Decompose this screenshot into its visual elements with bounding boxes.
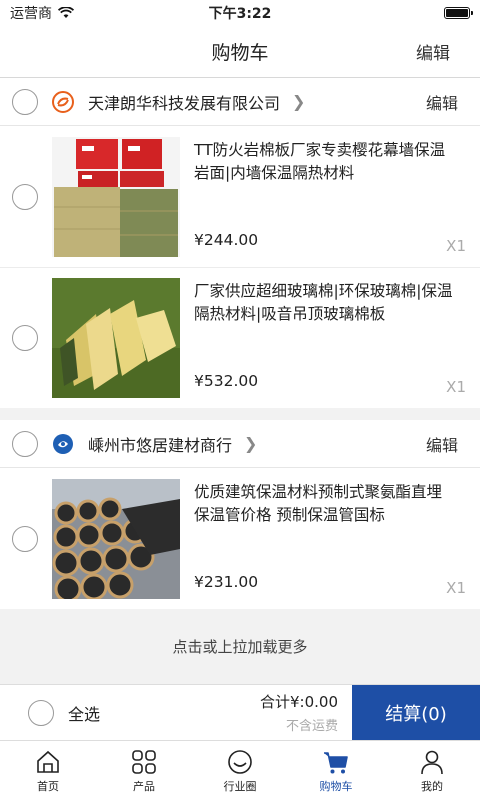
wifi-icon: [58, 7, 74, 18]
shop-edit-button[interactable]: 编辑: [426, 90, 458, 114]
battery-icon: [444, 7, 473, 19]
item-price: ¥532.00: [194, 372, 259, 390]
shop-select-radio[interactable]: [12, 430, 38, 457]
item-price: ¥231.00: [194, 572, 259, 591]
shop-name[interactable]: 天津朗华科技发展有限公司: [88, 90, 280, 114]
tab-home[interactable]: 首页: [0, 741, 96, 800]
select-all-label[interactable]: 全选: [68, 701, 100, 725]
checkout-button[interactable]: 结算(0): [352, 685, 480, 741]
tab-label: 购物车: [319, 779, 353, 793]
orange-swirl-logo-icon: [52, 90, 74, 113]
tab-label: 我的: [421, 779, 443, 793]
nav-bar: 购物车 编辑: [0, 26, 480, 78]
product-image-rockwool[interactable]: [52, 136, 180, 257]
shop-name[interactable]: 嵊州市悠居建材商行: [88, 432, 232, 456]
item-title[interactable]: TT防火岩棉板厂家专卖樱花幕墙保温岩面|内墙保温隔热材料: [194, 139, 468, 185]
shipping-note: 不含运费: [285, 719, 338, 734]
grid-icon: [132, 749, 156, 774]
item-select-radio[interactable]: [12, 525, 38, 552]
cart-item[interactable]: TT防火岩棉板厂家专卖樱花幕墙保温岩面|内墙保温隔热材料 ¥244.00 X1: [0, 126, 480, 267]
chevron-right-icon[interactable]: ❯: [244, 434, 257, 453]
tab-label: 行业圈: [223, 779, 257, 793]
chevron-right-icon[interactable]: ❯: [292, 92, 305, 111]
cart-item[interactable]: 优质建筑保温材料预制式聚氨酯直埋保温管价格 预制保温管国标 ¥231.00 X1: [0, 468, 480, 609]
tab-industry[interactable]: 行业圈: [192, 741, 288, 800]
shop-edit-button[interactable]: 编辑: [426, 432, 458, 456]
status-left: 运营商: [10, 3, 74, 23]
page-title: 购物车: [211, 42, 269, 64]
shop-header: 嵊州市悠居建材商行 ❯ 编辑: [0, 420, 480, 468]
product-image-pipes[interactable]: [52, 478, 180, 599]
load-more-button[interactable]: 点击或上拉加载更多: [0, 609, 480, 683]
item-title[interactable]: 优质建筑保温材料预制式聚氨酯直埋保温管价格 预制保温管国标: [194, 481, 468, 527]
cart-item[interactable]: 厂家供应超细玻璃棉|环保玻璃棉|保温隔热材料|吸音吊顶玻璃棉板 ¥532.00 …: [0, 267, 480, 408]
item-quantity: X1: [446, 236, 466, 255]
item-select-radio[interactable]: [12, 325, 38, 351]
person-icon: [421, 750, 443, 774]
item-price: ¥244.00: [194, 230, 259, 249]
tab-label: 首页: [37, 779, 59, 793]
tab-products[interactable]: 产品: [96, 741, 192, 800]
item-info: 优质建筑保温材料预制式聚氨酯直埋保温管价格 预制保温管国标 ¥231.00 X1: [194, 479, 468, 599]
tab-mine[interactable]: 我的: [384, 741, 480, 800]
shop-header: 天津朗华科技发展有限公司 ❯ 编辑: [0, 78, 480, 126]
shop-group: 天津朗华科技发展有限公司 ❯ 编辑 TT防火岩棉板厂家专卖樱花幕墙保温岩面|内墙…: [0, 78, 480, 408]
item-quantity: X1: [446, 578, 466, 597]
shop-select-radio[interactable]: [12, 88, 38, 115]
item-title[interactable]: 厂家供应超细玻璃棉|环保玻璃棉|保温隔热材料|吸音吊顶玻璃棉板: [194, 280, 468, 326]
item-select-radio[interactable]: [12, 183, 38, 210]
carrier-label: 运营商: [10, 6, 52, 22]
status-bar: 运营商 下午3:22: [0, 0, 480, 26]
home-icon: [37, 750, 59, 773]
checkout-bar: 全选 合计¥:0.00 不含运费 结算(0): [0, 684, 480, 741]
cart-content: 天津朗华科技发展有限公司 ❯ 编辑 TT防火岩棉板厂家专卖樱花幕墙保温岩面|内墙…: [0, 78, 480, 684]
totals: 合计¥:0.00 不含运费: [260, 691, 338, 734]
tab-cart[interactable]: 购物车: [288, 741, 384, 800]
blue-circle-logo-icon: [52, 433, 74, 455]
section-gap: [0, 408, 480, 420]
select-all-radio[interactable]: [28, 699, 54, 726]
shop-group: 嵊州市悠居建材商行 ❯ 编辑 优质建筑保温材料预制式聚氨酯直埋保温管价格 预制保…: [0, 420, 480, 609]
tab-bar: 首页 产品 行业圈 购物车 我的: [0, 740, 480, 800]
item-quantity: X1: [446, 378, 466, 396]
total-amount: 合计¥:0.00: [260, 693, 338, 711]
smiley-icon: [228, 749, 252, 774]
item-info: 厂家供应超细玻璃棉|环保玻璃棉|保温隔热材料|吸音吊顶玻璃棉板 ¥532.00 …: [194, 278, 468, 398]
edit-button[interactable]: 编辑: [416, 39, 450, 64]
cart-icon: [324, 751, 348, 773]
item-info: TT防火岩棉板厂家专卖樱花幕墙保温岩面|内墙保温隔热材料 ¥244.00 X1: [194, 137, 468, 257]
tab-label: 产品: [133, 779, 155, 793]
product-image-glasswool[interactable]: [52, 278, 180, 398]
